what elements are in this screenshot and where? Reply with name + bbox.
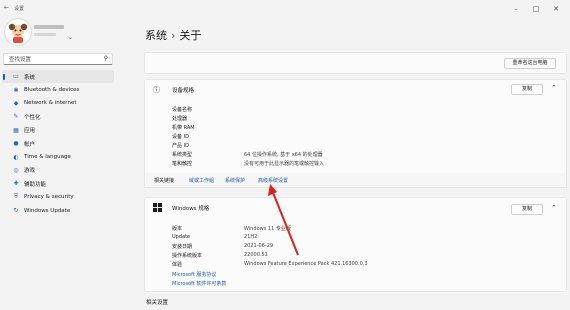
annotation-arrow	[268, 184, 299, 256]
